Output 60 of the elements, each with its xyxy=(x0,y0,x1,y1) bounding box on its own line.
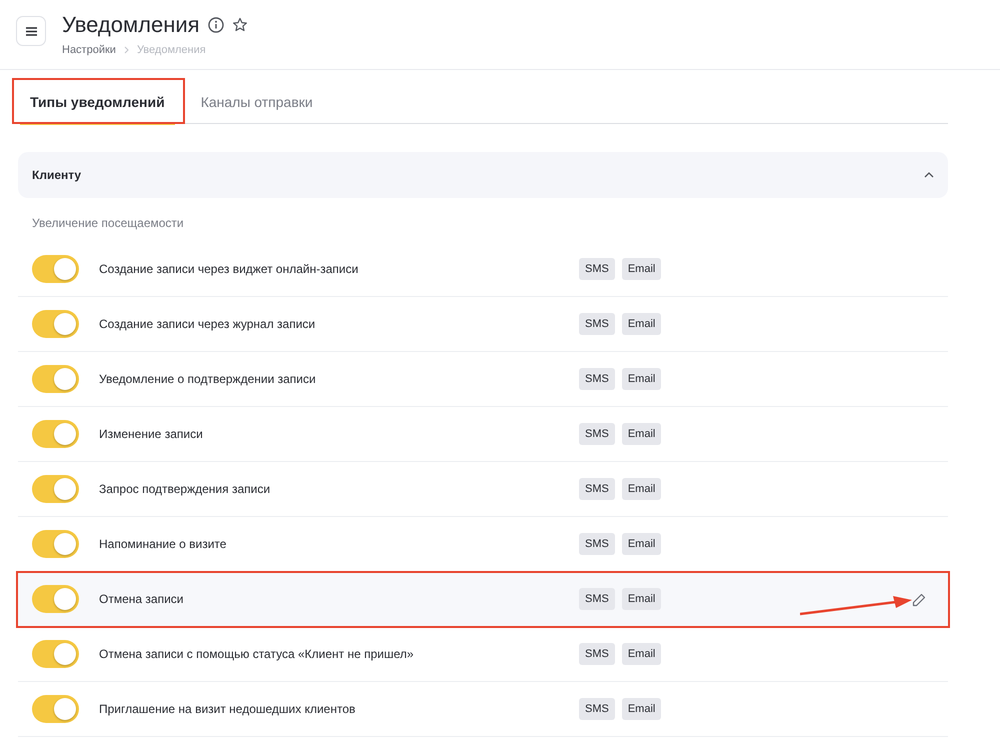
notification-row[interactable]: Уведомление о подтверждении записи SMS Email xyxy=(18,352,948,407)
notification-name: Отмена записи xyxy=(99,591,184,608)
notification-name: Уведомление о подтверждении записи xyxy=(99,371,317,388)
channel-tag: Email xyxy=(622,532,662,556)
edit-icon[interactable] xyxy=(912,592,926,607)
notification-row[interactable]: Запрос подтверждения записи SMS Email xyxy=(18,462,948,517)
notification-row[interactable]: Отмена записи SMS Email xyxy=(18,572,948,627)
tab[interactable]: Каналы отправки xyxy=(182,70,331,124)
menu-icon xyxy=(26,26,36,36)
notification-name: Создание записи через журнал записи xyxy=(99,316,316,333)
channel-tag: SMS xyxy=(579,312,615,336)
notification-row[interactable]: Приглашение на визит недошедших клиентов SMS Email xyxy=(18,682,948,737)
notification-name: Отмена записи с помощью статуса «Клиент не пришел» xyxy=(99,646,415,663)
toggle-switch[interactable] xyxy=(32,640,79,668)
toggle-switch[interactable] xyxy=(32,695,79,723)
notification-row[interactable]: Напоминание о визите SMS Email xyxy=(18,517,948,572)
channel-tag: SMS xyxy=(579,368,615,390)
notification-name: Напоминание о визите xyxy=(99,536,228,553)
notification-row[interactable]: Создание записи через журнал записи SMS Email xyxy=(18,297,948,352)
notification-name: Создание записи через виджет онлайн-записи xyxy=(99,261,360,278)
channel-tag: Email xyxy=(622,422,662,446)
chevron-up-icon xyxy=(924,172,934,178)
section-title: Клиенту xyxy=(32,167,82,184)
info-icon[interactable] xyxy=(208,17,224,33)
toggle-switch[interactable] xyxy=(32,255,79,283)
channel-tag: SMS xyxy=(579,642,615,666)
notification-row[interactable]: Изменение записи SMS Email xyxy=(18,407,948,462)
channel-tag: SMS xyxy=(579,422,615,446)
toggle-switch[interactable] xyxy=(32,420,79,448)
notification-row[interactable]: Создание записи через виджет онлайн-записи SMS Email xyxy=(18,242,948,297)
group-title: Увеличение посещаемости xyxy=(31,215,185,232)
tab[interactable]: Типы уведомлений xyxy=(12,70,183,124)
channel-tag: Email xyxy=(622,588,662,610)
channel-tag: SMS xyxy=(579,478,615,500)
notification-name: Запрос подтверждения записи xyxy=(99,481,272,498)
page-title: Уведомления xyxy=(62,12,200,38)
channel-tag: Email xyxy=(622,368,662,390)
channel-tag: SMS xyxy=(579,588,615,610)
breadcrumb-item: Уведомления xyxy=(136,43,206,58)
channel-tag: Email xyxy=(622,312,662,336)
breadcrumb-item[interactable]: Настройки xyxy=(62,42,116,58)
channel-tag: SMS xyxy=(579,698,615,720)
toggle-switch[interactable] xyxy=(32,585,79,613)
toggle-switch[interactable] xyxy=(32,365,79,393)
channel-tag: Email xyxy=(622,258,662,280)
channel-tag: SMS xyxy=(579,258,615,280)
channel-tag: Email xyxy=(622,478,662,500)
notification-name: Изменение записи xyxy=(99,426,204,443)
section-header[interactable]: Клиенту xyxy=(18,152,948,198)
menu-button[interactable] xyxy=(16,16,46,46)
toggle-switch[interactable] xyxy=(32,530,79,558)
star-icon[interactable] xyxy=(232,17,248,33)
channel-tag: Email xyxy=(622,642,662,666)
channel-tag: Email xyxy=(622,698,662,720)
notification-name: Приглашение на визит недошедших клиентов xyxy=(99,701,356,718)
channel-tag: SMS xyxy=(579,532,615,556)
chevron-right-icon xyxy=(124,46,129,54)
notification-row[interactable]: Отмена записи с помощью статуса «Клиент не пришел» SMS Email xyxy=(18,627,948,682)
toggle-switch[interactable] xyxy=(32,310,79,338)
toggle-switch[interactable] xyxy=(32,475,79,503)
